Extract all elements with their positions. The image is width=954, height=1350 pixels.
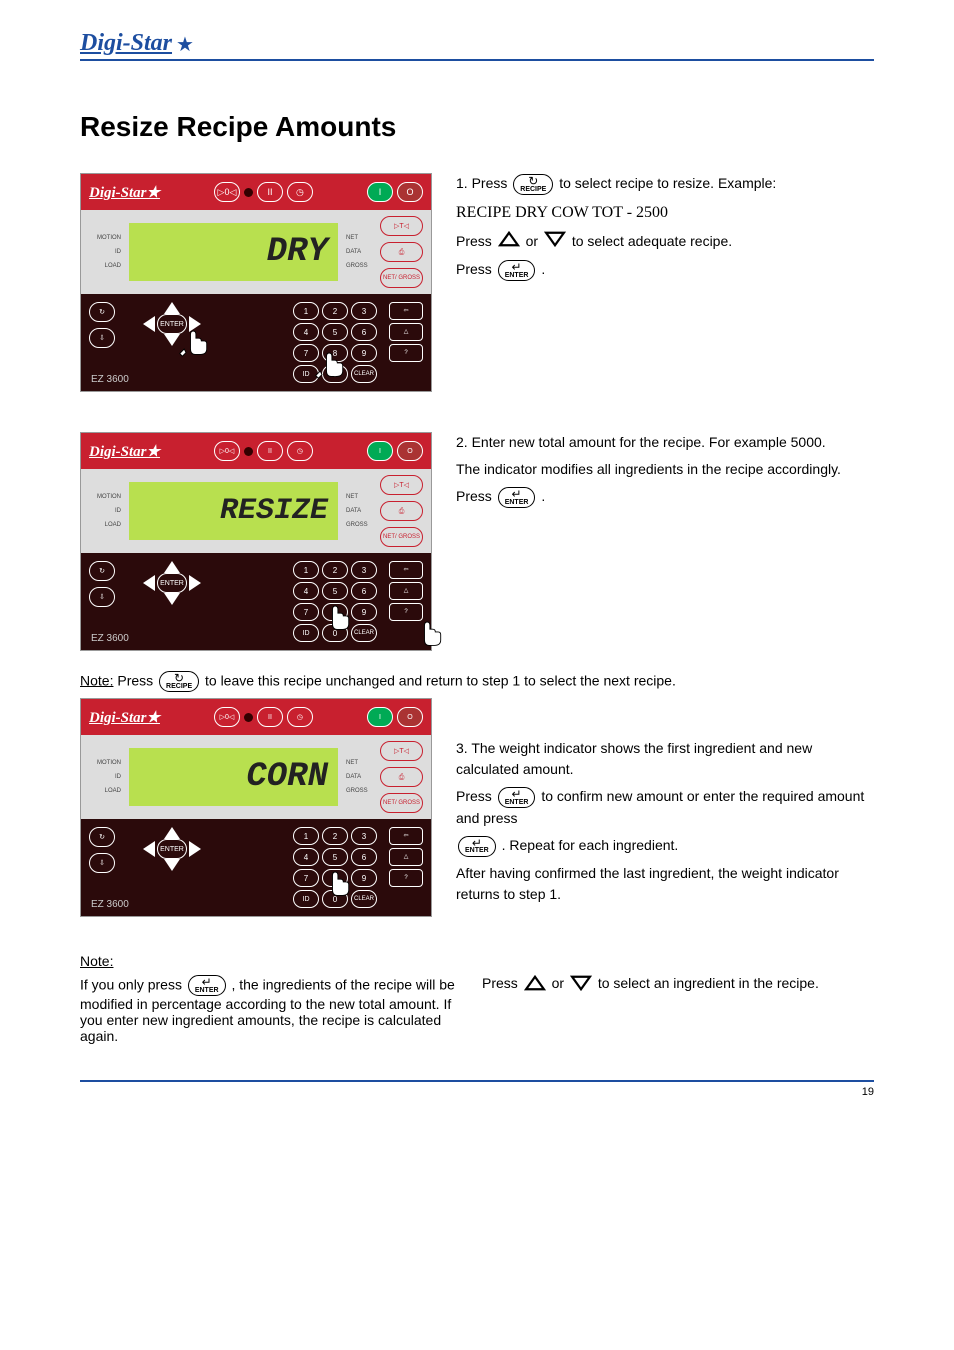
model-label: EZ 3600 (91, 374, 129, 385)
enter-icon: ↵ENTER (498, 260, 536, 281)
print-button[interactable]: ⎙ (380, 242, 423, 262)
key-1[interactable]: 1 (293, 302, 319, 320)
zero-button[interactable]: ▷0◁ (214, 182, 240, 202)
hand-pointer-icon (313, 344, 349, 380)
enter-icon: ↵ENTER (498, 787, 536, 808)
recipe-button[interactable]: ↻ (89, 302, 115, 322)
annun-id: ID (89, 249, 121, 255)
key-4[interactable]: 4 (293, 323, 319, 341)
select-button[interactable]: △ (389, 582, 423, 600)
recipe-icon: ↻RECIPE (513, 174, 553, 195)
net-gross-button[interactable]: NET/ GROSS (380, 793, 423, 813)
enter-icon: ↵ENTER (498, 487, 536, 508)
key-6[interactable]: 6 (351, 323, 377, 341)
device-panel-2: Digi-Star★ ▷0◁ II ◷ I O MOTION ID LOAD (80, 432, 432, 651)
hand-pointer-icon (177, 322, 213, 358)
net-gross-button[interactable]: NET/ GROSS (380, 268, 423, 288)
timer-button[interactable]: ◷ (287, 182, 313, 202)
timer-button[interactable]: ◷ (287, 441, 313, 461)
hand-pointer-icon (319, 597, 355, 633)
pens-button[interactable]: ⇩ (89, 587, 115, 607)
hold-button[interactable]: II (257, 441, 283, 461)
zero-button[interactable]: ▷0◁ (214, 707, 240, 727)
annun-load: LOAD (89, 263, 121, 269)
print-button[interactable]: ⎙ (380, 767, 423, 787)
up-triangle-icon (524, 975, 546, 994)
off-button[interactable]: O (397, 707, 423, 727)
on-button[interactable]: I (367, 441, 393, 461)
tare-button[interactable]: ▷T◁ (380, 475, 423, 495)
step-1-text: 1. Press ↻RECIPE to select recipe to res… (456, 173, 874, 287)
up-arrow-icon[interactable] (164, 302, 180, 314)
function-button[interactable]: ⇦ (389, 302, 423, 320)
help-button[interactable]: ? (389, 869, 423, 887)
lcd-display: DRY (129, 223, 338, 281)
star-icon: ★ (176, 32, 194, 57)
pens-button[interactable]: ⇩ (89, 328, 115, 348)
notes-body: If you only press ↵ENTER , the ingredien… (80, 975, 874, 1044)
down-triangle-icon (544, 231, 566, 253)
tare-button[interactable]: ▷T◁ (380, 216, 423, 236)
select-button[interactable]: △ (389, 323, 423, 341)
step-2-text: 2. Enter new total amount for the recipe… (456, 432, 874, 514)
device-panel-3: Digi-Star★ ▷0◁ II ◷ I O MOTION ID LOAD (80, 698, 432, 917)
device-logo: Digi-Star★ (89, 442, 160, 461)
annun-gross: GROSS (346, 263, 368, 269)
down-triangle-icon (570, 975, 592, 994)
key-3[interactable]: 3 (351, 302, 377, 320)
status-led (244, 447, 253, 456)
brand-logo: Digi-Star (80, 30, 172, 57)
function-button[interactable]: ⇦ (389, 827, 423, 845)
recipe-button[interactable]: ↻ (89, 561, 115, 581)
status-led (244, 188, 253, 197)
enter-icon: ↵ENTER (458, 836, 496, 857)
lcd-display: CORN (129, 748, 338, 806)
left-arrow-icon[interactable] (143, 316, 155, 332)
recipe-button[interactable]: ↻ (89, 827, 115, 847)
print-button[interactable]: ⎙ (380, 501, 423, 521)
page-number: 19 (80, 1080, 874, 1098)
net-gross-button[interactable]: NET/ GROSS (380, 527, 423, 547)
hold-button[interactable]: II (257, 707, 283, 727)
recipe-icon: ↻RECIPE (159, 671, 199, 692)
off-button[interactable]: O (397, 441, 423, 461)
lcd-display: RESIZE (129, 482, 338, 540)
up-triangle-icon (498, 231, 520, 253)
select-button[interactable]: △ (389, 848, 423, 866)
recipe-example: RECIPE DRY COW TOT - 2500 (456, 201, 874, 225)
hold-button[interactable]: II (257, 182, 283, 202)
device-logo: Digi-Star★ (89, 183, 160, 202)
hand-pointer-icon (411, 613, 447, 649)
notes-heading: Note: (80, 953, 874, 969)
help-button[interactable]: ? (389, 344, 423, 362)
function-button[interactable]: ⇦ (389, 561, 423, 579)
hand-pointer-icon (319, 863, 355, 899)
key-5[interactable]: 5 (322, 323, 348, 341)
on-button[interactable]: I (367, 182, 393, 202)
pens-button[interactable]: ⇩ (89, 853, 115, 873)
zero-button[interactable]: ▷0◁ (214, 441, 240, 461)
key-9[interactable]: 9 (351, 344, 377, 362)
timer-button[interactable]: ◷ (287, 707, 313, 727)
step-3-text: 3. The weight indicator shows the first … (456, 698, 874, 911)
page-title: Resize Recipe Amounts (80, 111, 874, 143)
on-button[interactable]: I (367, 707, 393, 727)
key-clear[interactable]: CLEAR (351, 365, 377, 383)
arrow-pad[interactable]: ENTER (143, 561, 201, 605)
enter-icon: ↵ENTER (188, 975, 226, 996)
key-2[interactable]: 2 (322, 302, 348, 320)
step3-note: Note: Press ↻RECIPE to leave this recipe… (80, 671, 874, 692)
off-button[interactable]: O (397, 182, 423, 202)
annun-data: DATA (346, 249, 368, 255)
annun-motion: MOTION (89, 235, 121, 241)
annun-net: NET (346, 235, 368, 241)
tare-button[interactable]: ▷T◁ (380, 741, 423, 761)
device-panel-1: Digi-Star★ ▷0◁ II ◷ I O MOTION ID LOAD (80, 173, 432, 392)
